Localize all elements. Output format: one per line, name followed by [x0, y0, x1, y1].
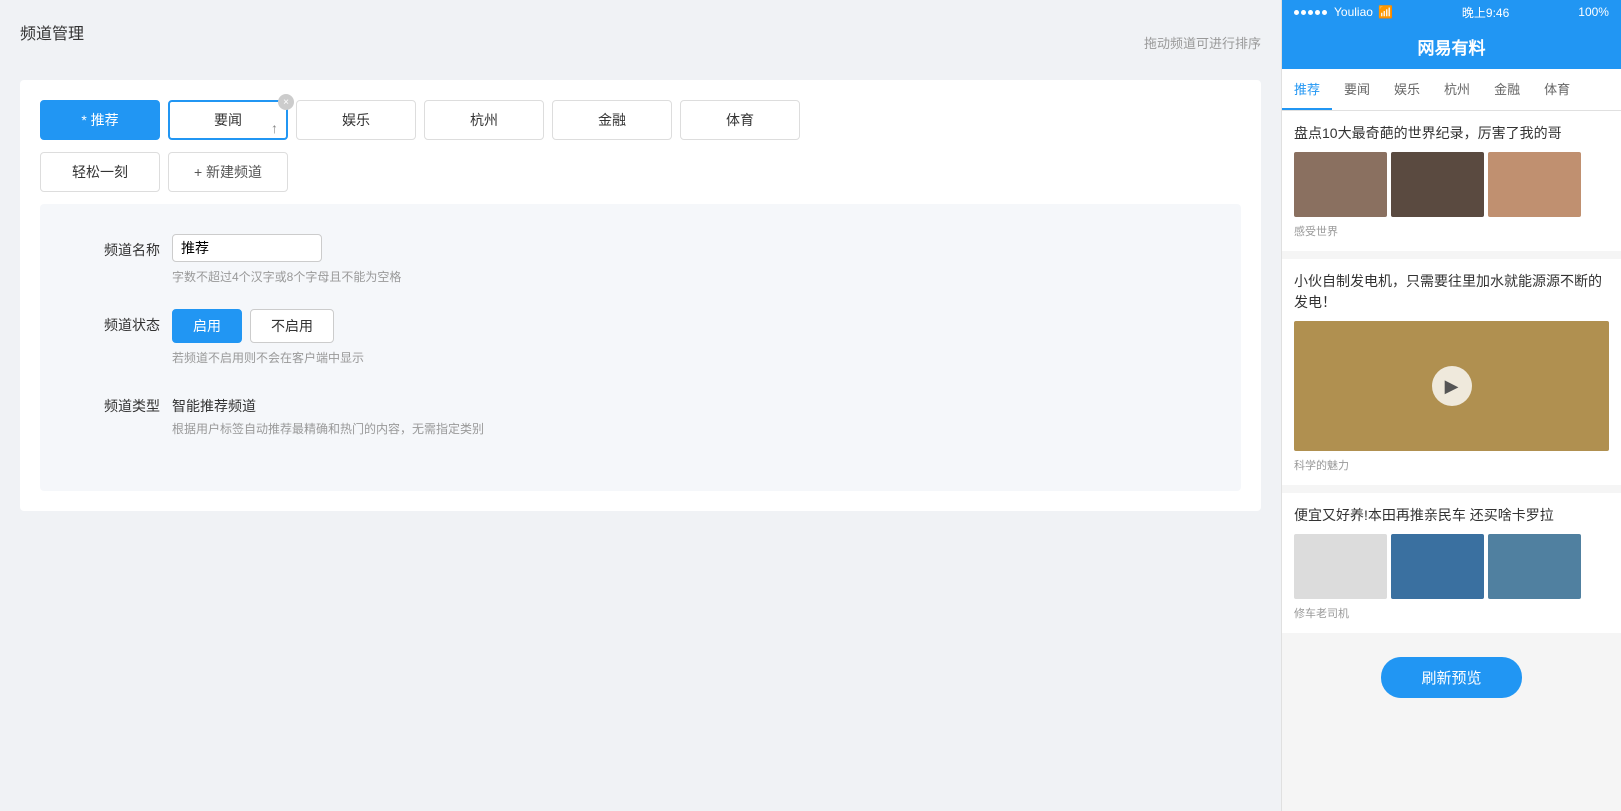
- news-img-1-3: [1488, 152, 1581, 217]
- channel-name-hint: 字数不超过4个汉字或8个字母且不能为空格: [172, 268, 1201, 285]
- wifi-icon: 📶: [1378, 5, 1393, 19]
- tab-tuijian[interactable]: * 推荐: [40, 100, 160, 140]
- tab-tuijian-label: * 推荐: [81, 110, 118, 130]
- channel-header: 频道管理 拖动频道可进行排序: [20, 20, 1261, 64]
- status-left: Youliao 📶: [1294, 5, 1393, 19]
- phone-nav-tabs: 推荐 要闻 娱乐 杭州 金融 体育: [1282, 69, 1621, 111]
- form-label-type: 频道类型: [80, 390, 160, 416]
- battery-status: 100%: [1578, 5, 1609, 19]
- phone-tab-hangzhou[interactable]: 杭州: [1432, 69, 1482, 110]
- btn-disable[interactable]: 不启用: [250, 309, 334, 343]
- status-dots: [1294, 10, 1327, 15]
- dot-3: [1308, 10, 1313, 15]
- form-label-name: 频道名称: [80, 234, 160, 260]
- btn-enable[interactable]: 启用: [172, 309, 242, 343]
- page-title: 频道管理: [20, 20, 84, 44]
- channel-tabs-row2: 轻松一刻 + 新建频道: [40, 152, 1241, 192]
- tab-yaojian[interactable]: × 要闻 ↑: [168, 100, 288, 140]
- left-panel: 频道管理 拖动频道可进行排序 * 推荐 × 要闻 ↑ 娱乐 杭州: [0, 0, 1281, 811]
- channel-detail-box: 频道名称 字数不超过4个汉字或8个字母且不能为空格 频道状态 启用 不启用 若频…: [40, 204, 1241, 491]
- refresh-preview-button[interactable]: 刷新预览: [1381, 657, 1521, 698]
- tab-new-channel[interactable]: + 新建频道: [168, 152, 288, 192]
- tab-qingsong-label: 轻松一刻: [72, 162, 128, 182]
- tab-yaojian-close[interactable]: ×: [278, 94, 294, 110]
- dot-5: [1322, 10, 1327, 15]
- form-label-status: 频道状态: [80, 309, 160, 335]
- news-large-img-2: ▶: [1294, 321, 1609, 451]
- tab-yule-label: 娱乐: [342, 110, 370, 130]
- news-img-3-2: [1391, 534, 1484, 599]
- phone-tab-yule[interactable]: 娱乐: [1382, 69, 1432, 110]
- status-time: 晚上9:46: [1462, 4, 1509, 21]
- play-button[interactable]: ▶: [1432, 366, 1472, 406]
- news-card-1[interactable]: 盘点10大最奇葩的世界纪录，厉害了我的哥 感受世界: [1282, 111, 1621, 251]
- tab-jinrong[interactable]: 金融: [552, 100, 672, 140]
- form-content-name: 字数不超过4个汉字或8个字母且不能为空格: [172, 234, 1201, 285]
- tab-yule[interactable]: 娱乐: [296, 100, 416, 140]
- phone-app-title: 网易有料: [1418, 39, 1486, 58]
- phone-tab-tiyu[interactable]: 体育: [1532, 69, 1582, 110]
- phone-status-bar: Youliao 📶 晚上9:46 100%: [1282, 0, 1621, 24]
- news-source-2: 科学的魅力: [1294, 457, 1609, 473]
- news-images-1: [1294, 152, 1609, 217]
- channel-tabs-row1: * 推荐 × 要闻 ↑ 娱乐 杭州 金融 体育: [40, 100, 1241, 140]
- channel-type-hint: 根据用户标签自动推荐最精确和热门的内容，无需指定类别: [172, 420, 1201, 437]
- news-img-1-2: [1391, 152, 1484, 217]
- refresh-btn-wrap: 刷新预览: [1282, 641, 1621, 714]
- tab-jinrong-label: 金融: [598, 110, 626, 130]
- form-content-status: 启用 不启用 若频道不启用则不会在客户端中显示: [172, 309, 1201, 366]
- news-images-3: [1294, 534, 1609, 599]
- news-title-2: 小伙自制发电机，只需要往里加水就能源源不断的发电！: [1294, 271, 1609, 313]
- dot-4: [1315, 10, 1320, 15]
- tab-tiyu[interactable]: 体育: [680, 100, 800, 140]
- news-img-3-1: [1294, 534, 1387, 599]
- right-phone-panel: Youliao 📶 晚上9:46 100% 网易有料 推荐 要闻 娱乐 杭州 金…: [1281, 0, 1621, 811]
- dot-2: [1301, 10, 1306, 15]
- phone-title-bar: 网易有料: [1282, 24, 1621, 69]
- news-source-1: 感受世界: [1294, 223, 1609, 239]
- form-row-name: 频道名称 字数不超过4个汉字或8个字母且不能为空格: [80, 234, 1201, 285]
- tab-hangzhou[interactable]: 杭州: [424, 100, 544, 140]
- status-hint: 若频道不启用则不会在客户端中显示: [172, 349, 1201, 366]
- network-name: Youliao: [1334, 5, 1373, 19]
- tab-qingsong[interactable]: 轻松一刻: [40, 152, 160, 192]
- phone-tab-yaojian[interactable]: 要闻: [1332, 69, 1382, 110]
- news-card-2[interactable]: 小伙自制发电机，只需要往里加水就能源源不断的发电！ ▶ 科学的魅力: [1282, 259, 1621, 485]
- phone-tab-jinrong[interactable]: 金融: [1482, 69, 1532, 110]
- tab-yaojian-label: 要闻: [214, 110, 242, 130]
- news-source-3: 修车老司机: [1294, 605, 1609, 621]
- status-btn-group: 启用 不启用: [172, 309, 1201, 343]
- phone-content: 盘点10大最奇葩的世界纪录，厉害了我的哥 感受世界 小伙自制发电机，只需要往里加…: [1282, 111, 1621, 811]
- tab-tiyu-label: 体育: [726, 110, 754, 130]
- news-img-3-3: [1488, 534, 1581, 599]
- drag-hint: 拖动频道可进行排序: [1144, 33, 1261, 52]
- cursor-icon: ↑: [271, 120, 278, 136]
- news-title-3: 便宜又好养!本田再推亲民车 还买啥卡罗拉: [1294, 505, 1609, 526]
- news-title-1: 盘点10大最奇葩的世界纪录，厉害了我的哥: [1294, 123, 1609, 144]
- form-row-type: 频道类型 智能推荐频道 根据用户标签自动推荐最精确和热门的内容，无需指定类别: [80, 390, 1201, 437]
- news-img-1-1: [1294, 152, 1387, 217]
- form-row-status: 频道状态 启用 不启用 若频道不启用则不会在客户端中显示: [80, 309, 1201, 366]
- channel-name-input[interactable]: [172, 234, 322, 262]
- form-content-type: 智能推荐频道 根据用户标签自动推荐最精确和热门的内容，无需指定类别: [172, 390, 1201, 437]
- tab-new-label: + 新建频道: [194, 162, 262, 182]
- channel-manage-box: * 推荐 × 要闻 ↑ 娱乐 杭州 金融 体育: [20, 80, 1261, 511]
- phone-tab-tuijian[interactable]: 推荐: [1282, 69, 1332, 110]
- news-card-3[interactable]: 便宜又好养!本田再推亲民车 还买啥卡罗拉 修车老司机: [1282, 493, 1621, 633]
- tab-hangzhou-label: 杭州: [470, 110, 498, 130]
- dot-1: [1294, 10, 1299, 15]
- channel-type-value: 智能推荐频道: [172, 390, 1201, 416]
